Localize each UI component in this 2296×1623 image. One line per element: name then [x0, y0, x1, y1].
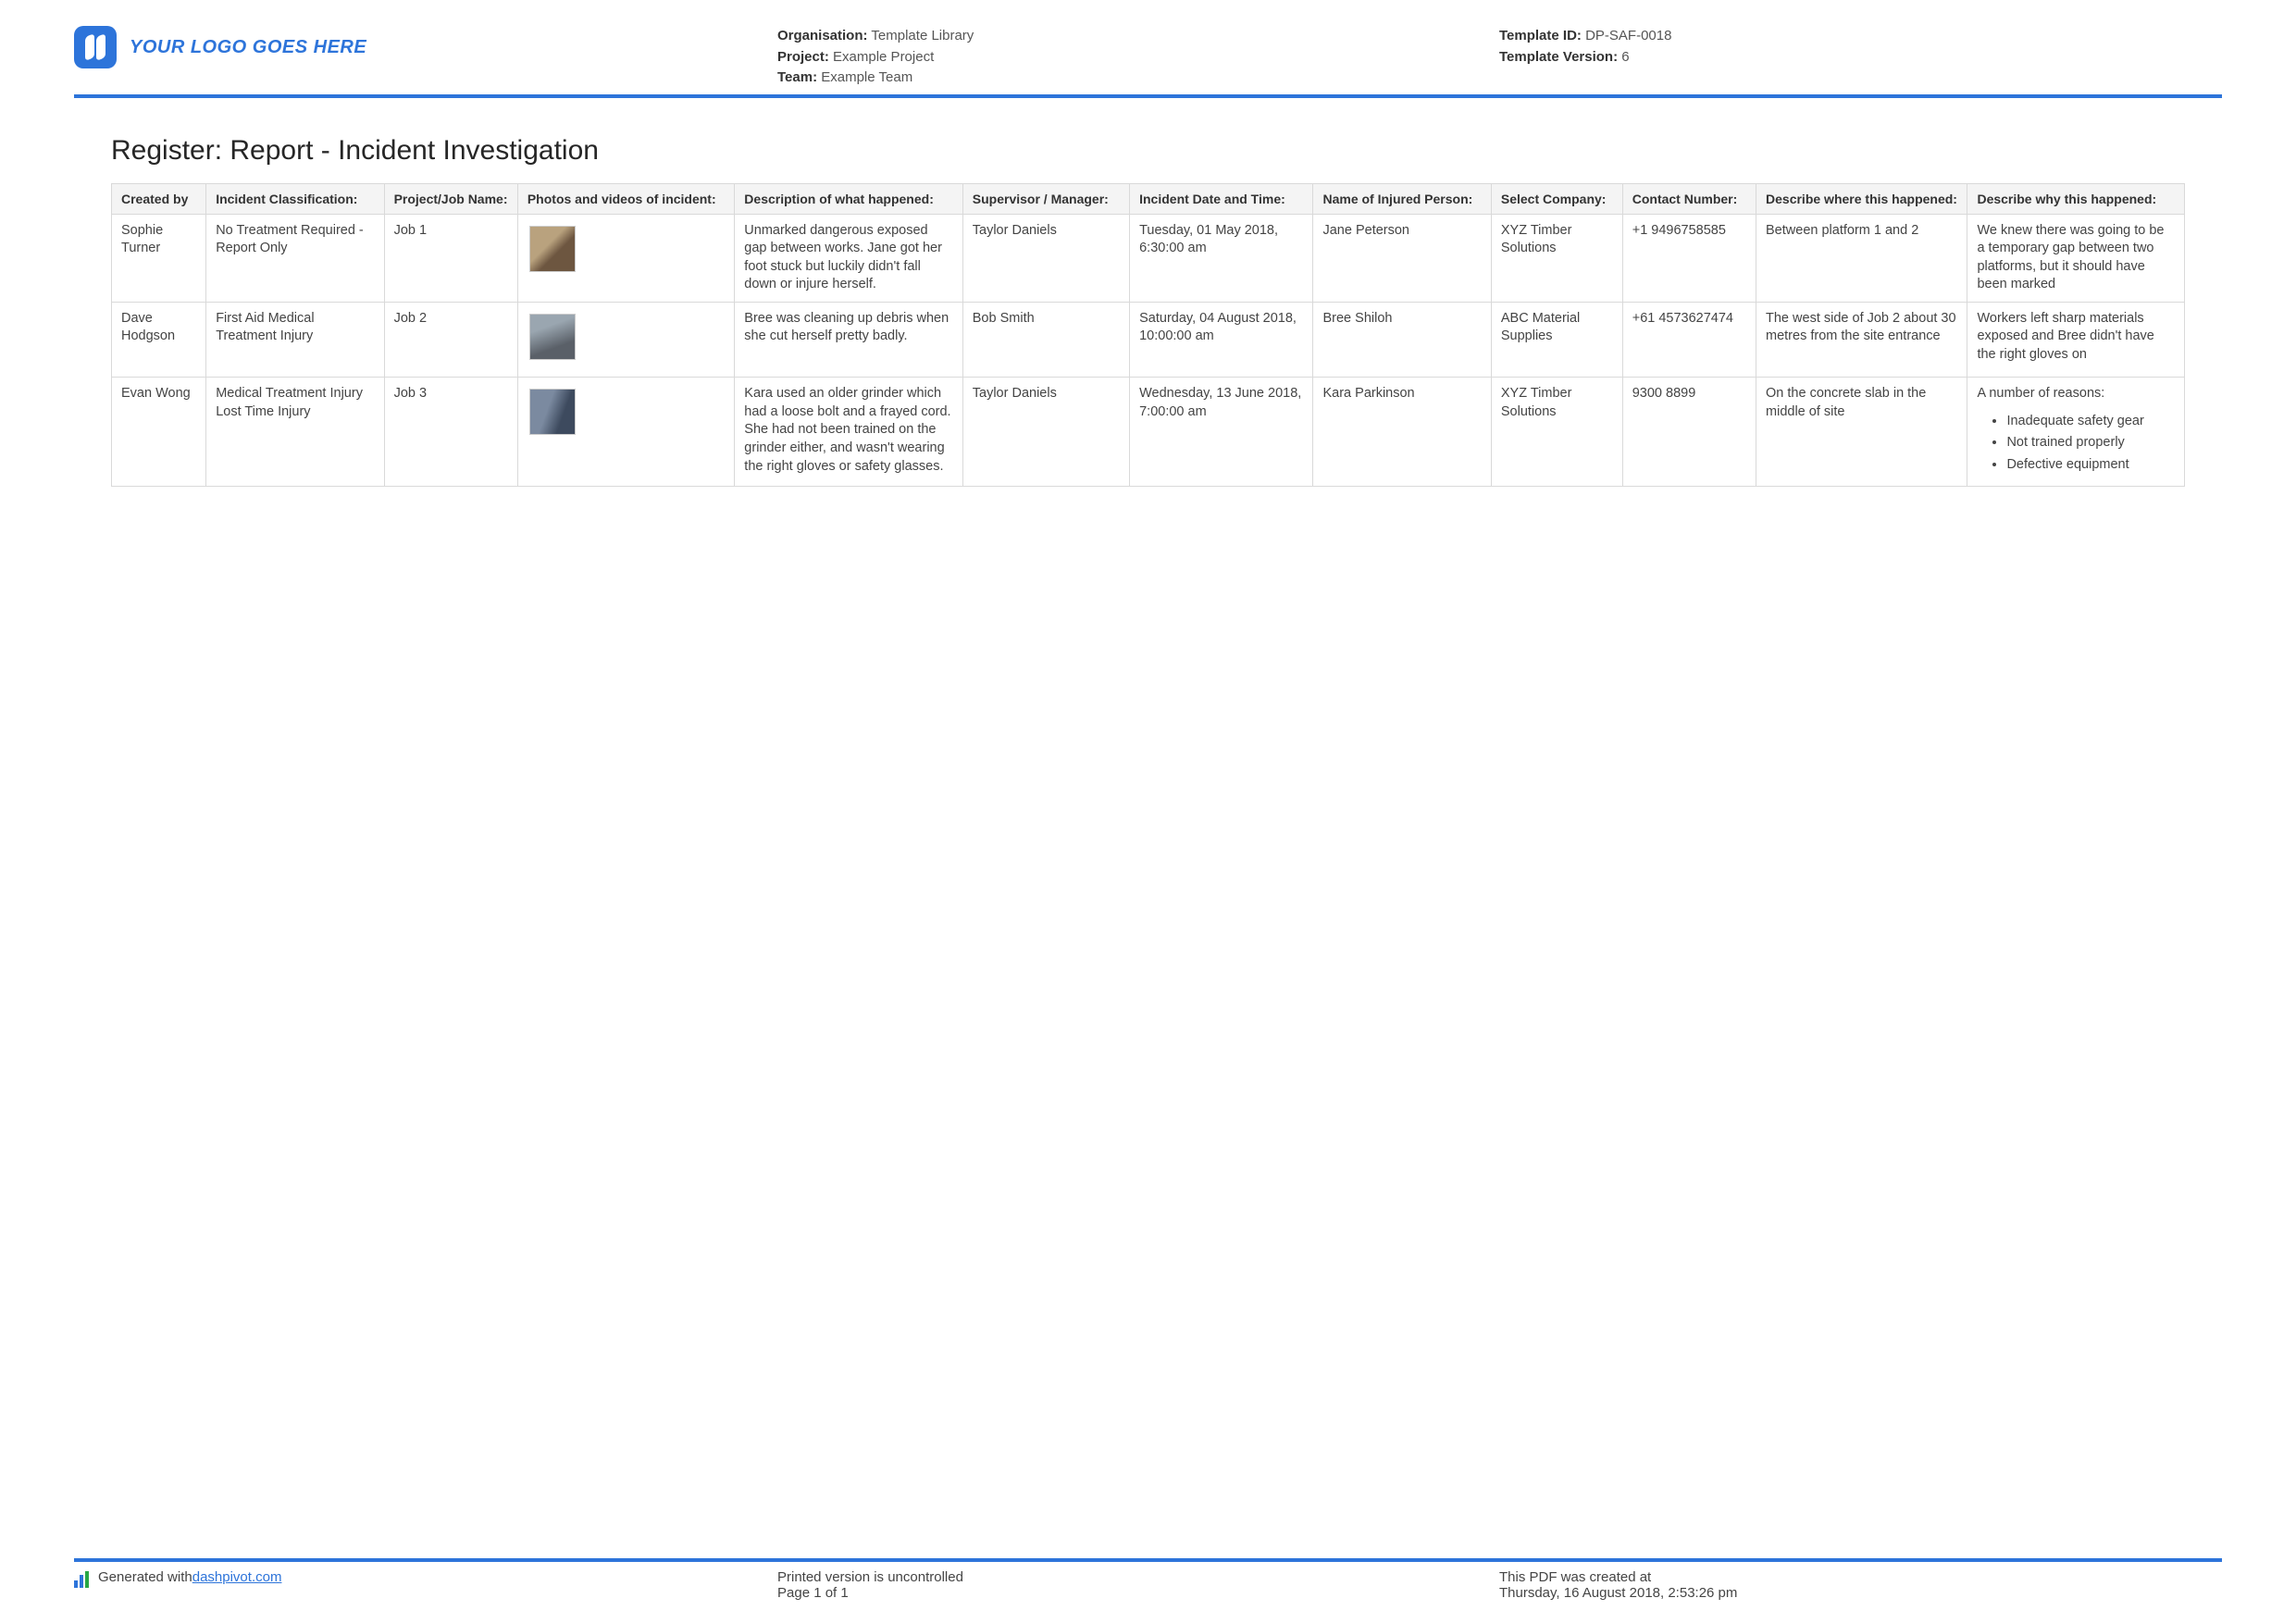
organisation-label: Organisation:: [777, 28, 868, 43]
why-text: A number of reasons:: [1977, 386, 2104, 401]
team-value: Example Team: [821, 69, 912, 85]
cell-class: First Aid Medical Treatment Injury: [206, 302, 384, 378]
table-row: Evan Wong Medical Treatment Injury Lost …: [112, 378, 2185, 486]
team-label: Team:: [777, 69, 817, 85]
logo-text: YOUR LOGO GOES HERE: [130, 37, 366, 58]
template-id-label: Template ID:: [1499, 28, 1582, 43]
cell-contact: +61 4573627474: [1622, 302, 1756, 378]
cell-injured: Bree Shiloh: [1313, 302, 1491, 378]
cell-company: XYZ Timber Solutions: [1491, 214, 1622, 302]
col-header-contact: Contact Number:: [1622, 183, 1756, 214]
cell-job: Job 1: [384, 214, 517, 302]
logo-icon: [74, 26, 117, 68]
organisation-value: Template Library: [871, 28, 974, 43]
col-header-classification: Incident Classification:: [206, 183, 384, 214]
cell-description: Kara used an older grinder which had a l…: [735, 378, 962, 486]
cell-createdby: Dave Hodgson: [112, 302, 206, 378]
cell-company: ABC Material Supplies: [1491, 302, 1622, 378]
template-version-value: 6: [1621, 49, 1629, 65]
cell-injured: Kara Parkinson: [1313, 378, 1491, 486]
col-header-datetime: Incident Date and Time:: [1130, 183, 1313, 214]
cell-datetime: Wednesday, 13 June 2018, 7:00:00 am: [1130, 378, 1313, 486]
cell-createdby: Sophie Turner: [112, 214, 206, 302]
cell-supervisor: Taylor Daniels: [962, 214, 1129, 302]
cell-datetime: Saturday, 04 August 2018, 10:00:00 am: [1130, 302, 1313, 378]
cell-photos: [517, 302, 734, 378]
uncontrolled-text: Printed version is uncontrolled: [777, 1569, 1499, 1585]
col-header-job: Project/Job Name:: [384, 183, 517, 214]
cell-class: Medical Treatment Injury Lost Time Injur…: [206, 378, 384, 486]
template-version-label: Template Version:: [1499, 49, 1618, 65]
template-id-line: Template ID: DP-SAF-0018: [1499, 26, 2222, 47]
cell-supervisor: Taylor Daniels: [962, 378, 1129, 486]
cell-contact: +1 9496758585: [1622, 214, 1756, 302]
footer-center: Printed version is uncontrolled Page 1 o…: [777, 1569, 1499, 1601]
why-list-item: Defective equipment: [2006, 456, 2175, 475]
footer-left: Generated with dashpivot.com: [74, 1569, 777, 1601]
header-left: YOUR LOGO GOES HERE: [74, 26, 777, 68]
organisation-line: Organisation: Template Library: [777, 26, 1499, 47]
cell-injured: Jane Peterson: [1313, 214, 1491, 302]
cell-description: Bree was cleaning up debris when she cut…: [735, 302, 962, 378]
table-row: Sophie Turner No Treatment Required - Re…: [112, 214, 2185, 302]
col-header-why: Describe why this happened:: [1967, 183, 2185, 214]
cell-createdby: Evan Wong: [112, 378, 206, 486]
project-label: Project:: [777, 49, 829, 65]
col-header-photos: Photos and videos of incident:: [517, 183, 734, 214]
cell-description: Unmarked dangerous exposed gap between w…: [735, 214, 962, 302]
table-row: Dave Hodgson First Aid Medical Treatment…: [112, 302, 2185, 378]
cell-where: The west side of Job 2 about 30 metres f…: [1756, 302, 1967, 378]
photo-thumbnail: [529, 389, 576, 435]
cell-why: We knew there was going to be a temporar…: [1967, 214, 2185, 302]
cell-contact: 9300 8899: [1622, 378, 1756, 486]
footer-right: This PDF was created at Thursday, 16 Aug…: [1499, 1569, 2222, 1601]
col-header-supervisor: Supervisor / Manager:: [962, 183, 1129, 214]
team-line: Team: Example Team: [777, 68, 1499, 89]
page-title: Register: Report - Incident Investigatio…: [111, 135, 2222, 167]
dashpivot-link[interactable]: dashpivot.com: [192, 1569, 282, 1585]
cell-class: No Treatment Required - Report Only: [206, 214, 384, 302]
created-value: Thursday, 16 August 2018, 2:53:26 pm: [1499, 1585, 2222, 1601]
page-footer: Generated with dashpivot.com Printed ver…: [74, 1558, 2222, 1601]
col-header-description: Description of what happened:: [735, 183, 962, 214]
page-header: YOUR LOGO GOES HERE Organisation: Templa…: [74, 26, 2222, 98]
register-table: Created by Incident Classification: Proj…: [111, 183, 2185, 487]
cell-photos: [517, 214, 734, 302]
template-version-line: Template Version: 6: [1499, 47, 2222, 68]
cell-job: Job 3: [384, 378, 517, 486]
photo-thumbnail: [529, 314, 576, 360]
table-header-row: Created by Incident Classification: Proj…: [112, 183, 2185, 214]
page-info: Page 1 of 1: [777, 1585, 1499, 1601]
why-list-item: Inadequate safety gear: [2006, 413, 2175, 431]
created-label: This PDF was created at: [1499, 1569, 2222, 1585]
generated-with-text: Generated with: [98, 1569, 192, 1585]
col-header-createdby: Created by: [112, 183, 206, 214]
cell-company: XYZ Timber Solutions: [1491, 378, 1622, 486]
cell-why: Workers left sharp materials exposed and…: [1967, 302, 2185, 378]
cell-where: Between platform 1 and 2: [1756, 214, 1967, 302]
cell-where: On the concrete slab in the middle of si…: [1756, 378, 1967, 486]
cell-datetime: Tuesday, 01 May 2018, 6:30:00 am: [1130, 214, 1313, 302]
col-header-where: Describe where this happened:: [1756, 183, 1967, 214]
cell-why: A number of reasons: Inadequate safety g…: [1967, 378, 2185, 486]
header-center: Organisation: Template Library Project: …: [777, 26, 1499, 89]
why-list: Inadequate safety gear Not trained prope…: [2006, 413, 2175, 475]
page: YOUR LOGO GOES HERE Organisation: Templa…: [0, 0, 2296, 1623]
template-id-value: DP-SAF-0018: [1585, 28, 1671, 43]
project-value: Example Project: [833, 49, 934, 65]
photo-thumbnail: [529, 226, 576, 272]
cell-supervisor: Bob Smith: [962, 302, 1129, 378]
bar-chart-icon: [74, 1571, 91, 1588]
project-line: Project: Example Project: [777, 47, 1499, 68]
col-header-injured: Name of Injured Person:: [1313, 183, 1491, 214]
cell-job: Job 2: [384, 302, 517, 378]
header-right: Template ID: DP-SAF-0018 Template Versio…: [1499, 26, 2222, 68]
cell-photos: [517, 378, 734, 486]
why-list-item: Not trained properly: [2006, 434, 2175, 452]
col-header-company: Select Company:: [1491, 183, 1622, 214]
